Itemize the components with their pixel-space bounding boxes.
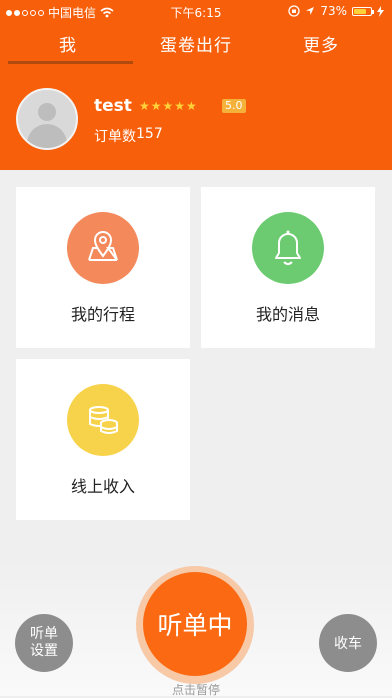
battery-icon — [352, 6, 374, 16]
tab-me[interactable]: 我 — [59, 31, 77, 56]
end-shift-button[interactable]: 收车 — [319, 614, 377, 672]
bell-icon — [252, 212, 324, 284]
coins-icon — [67, 384, 139, 456]
avatar[interactable] — [16, 88, 78, 150]
star-rating: ★★★★★ — [139, 99, 198, 113]
tab-danjuan-travel[interactable]: 蛋卷出行 — [160, 31, 232, 56]
battery-percent: 73% — [320, 4, 347, 18]
charging-icon — [377, 5, 384, 17]
card-label: 我的消息 — [255, 305, 320, 324]
card-online-income[interactable]: 线上收入 — [16, 359, 190, 520]
order-count-label: 订单数 — [94, 129, 136, 145]
card-label: 我的行程 — [70, 305, 135, 324]
pause-hint: 点击暂停 — [171, 683, 220, 697]
listening-toggle-button[interactable]: 听单中 — [143, 572, 247, 676]
listen-settings-button[interactable]: 听单 设置 — [15, 614, 73, 672]
top-tabs: 我 蛋卷出行 更多 — [0, 31, 392, 65]
rating-badge: 5.0 — [222, 99, 246, 113]
listen-settings-line2: 设置 — [30, 643, 58, 659]
location-icon — [306, 7, 315, 15]
order-count: 订单数 157 — [94, 126, 163, 146]
card-my-trips[interactable]: 我的行程 — [16, 187, 190, 348]
status-right: 73% — [288, 4, 384, 18]
tab-indicator — [8, 61, 133, 64]
username: test — [94, 96, 132, 116]
order-count-value: 157 — [136, 126, 163, 142]
header: 中国电信 下午6:15 73% 我 蛋卷出行 更多 test ★★★★★ 5.0… — [0, 0, 392, 170]
tab-more[interactable]: 更多 — [303, 31, 339, 56]
map-pin-icon — [67, 212, 139, 284]
card-my-messages[interactable]: 我的消息 — [201, 187, 375, 348]
orientation-lock-icon — [288, 5, 300, 17]
status-bar: 中国电信 下午6:15 73% — [0, 0, 392, 22]
card-label: 线上收入 — [70, 477, 135, 496]
listen-settings-line1: 听单 — [30, 626, 58, 642]
